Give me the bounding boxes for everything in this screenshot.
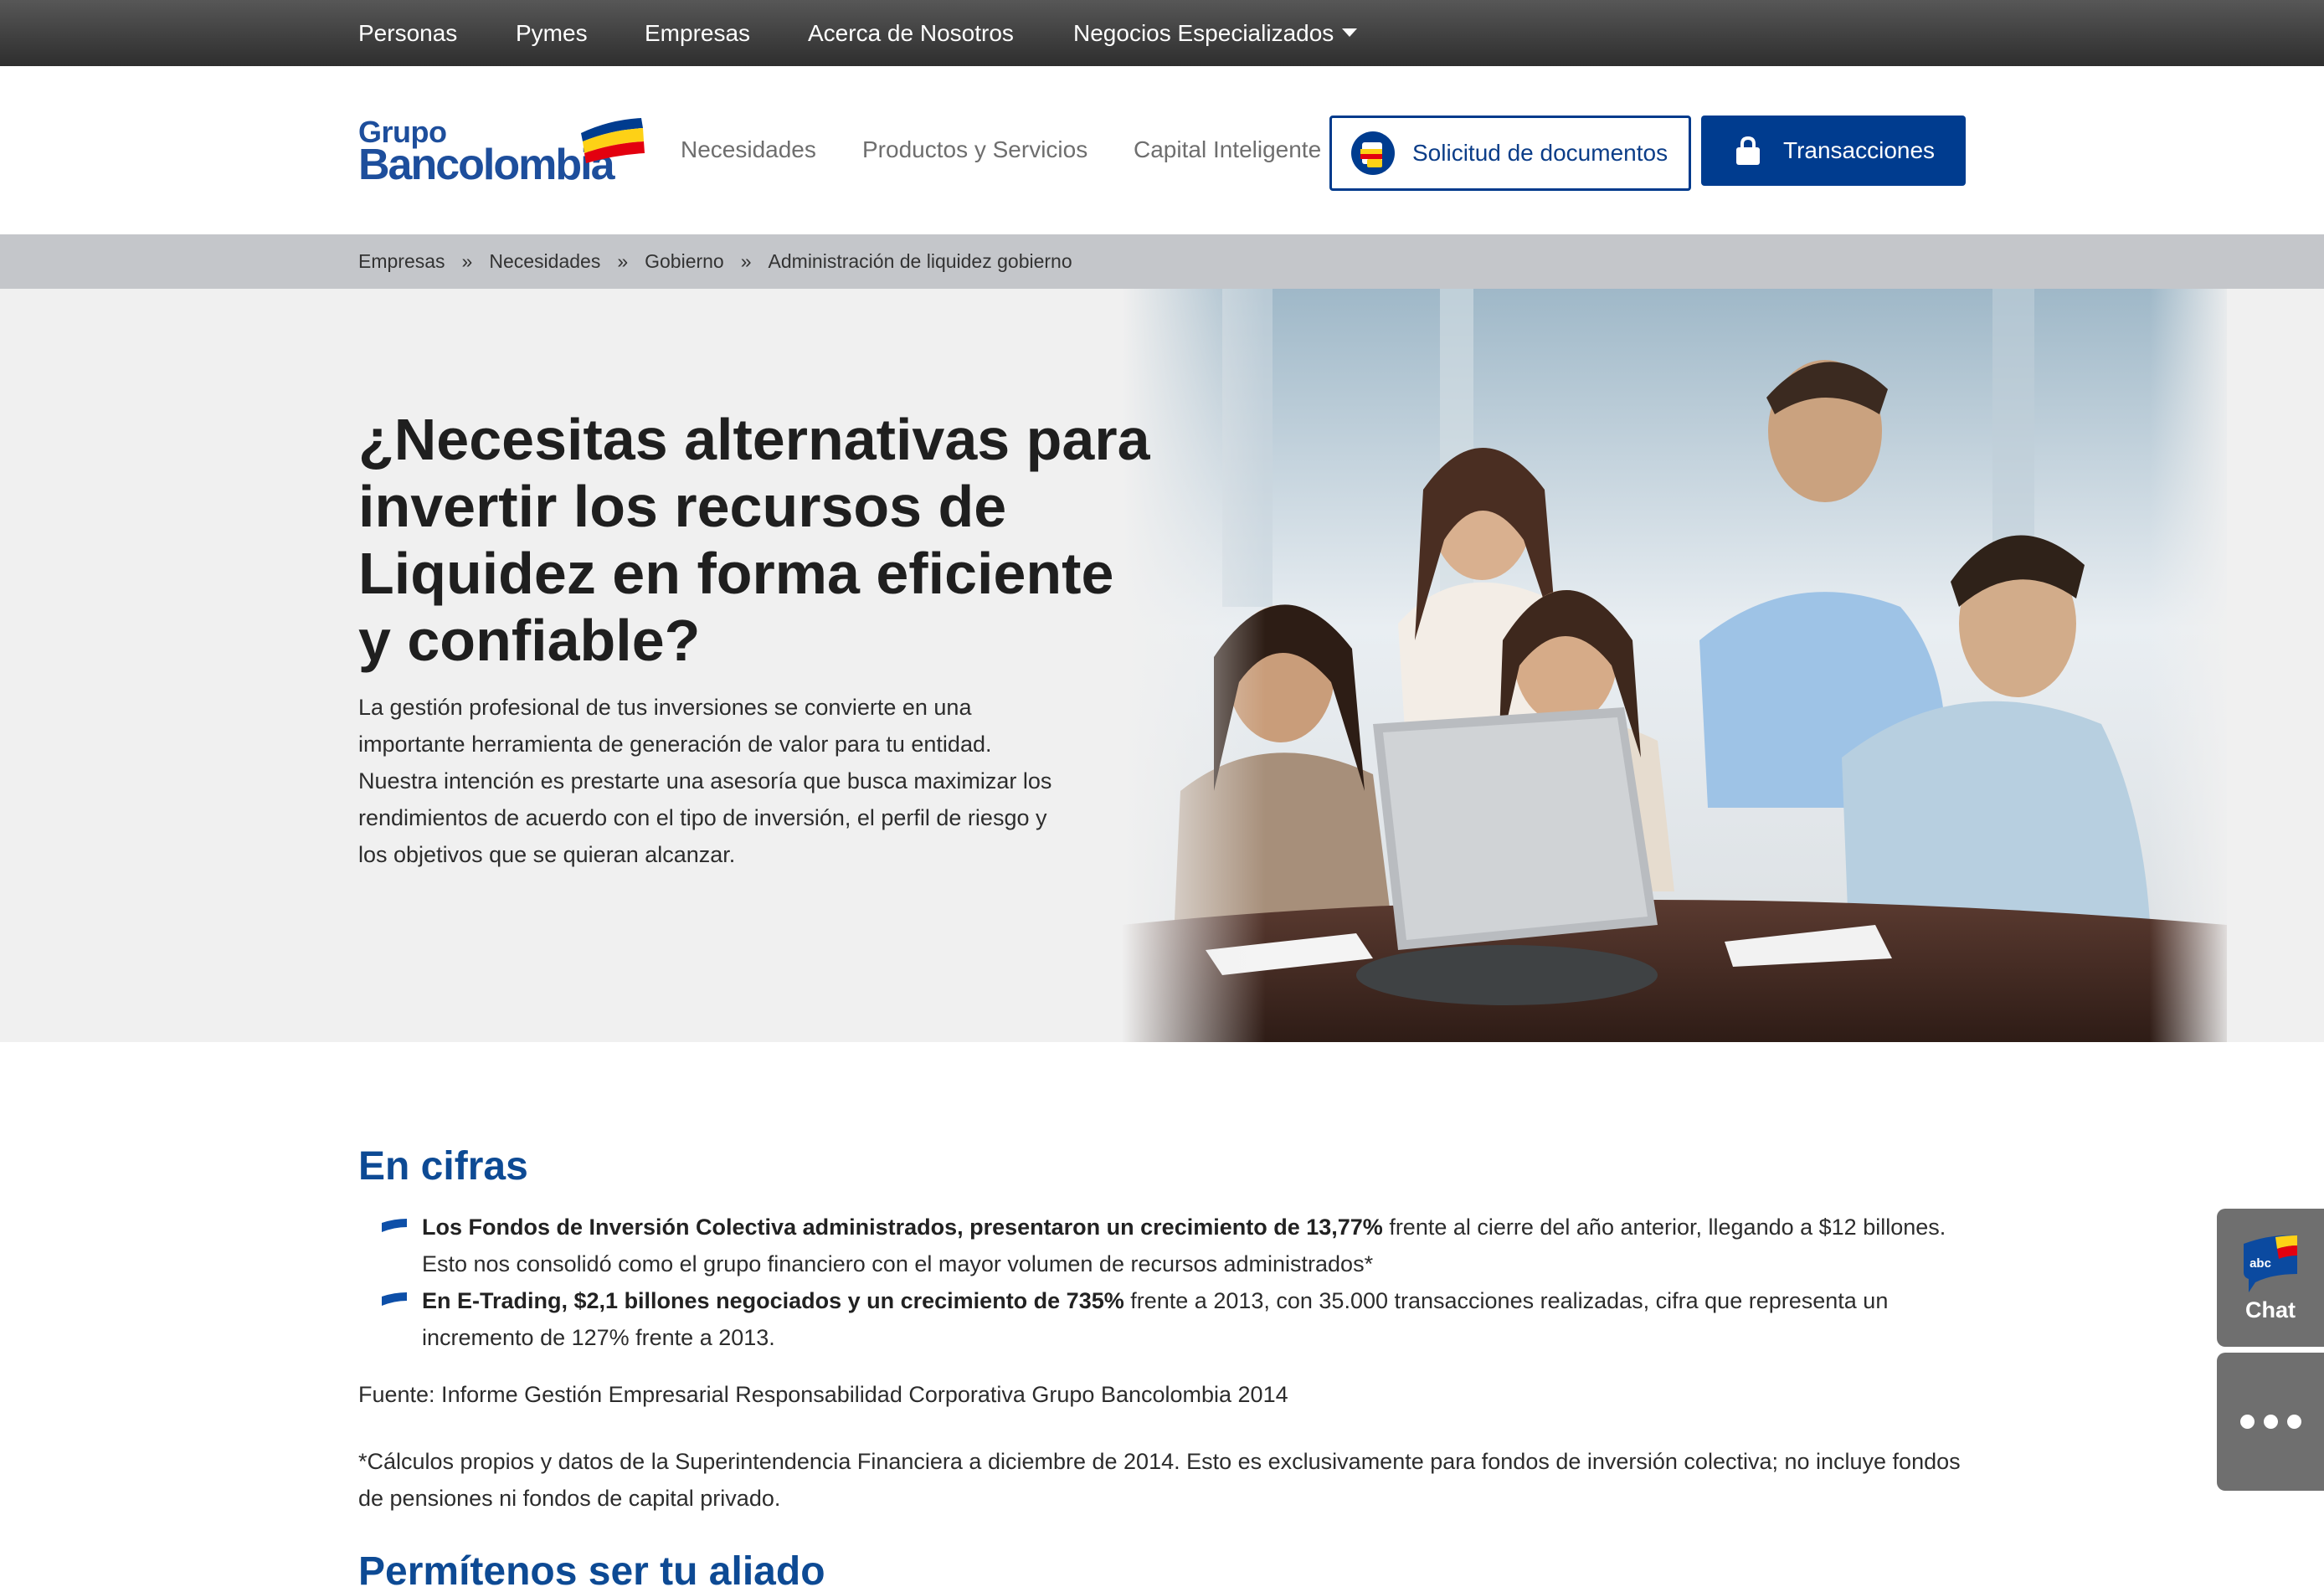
chat-label: Chat bbox=[2245, 1297, 2296, 1322]
nav-capital-inteligente[interactable]: Capital Inteligente bbox=[1134, 136, 1321, 163]
documents-icon bbox=[1351, 131, 1395, 175]
topnav-negocios-label: Negocios Especializados bbox=[1073, 20, 1334, 46]
calculos-note: *Cálculos propios y datos de la Superint… bbox=[358, 1449, 1961, 1511]
topnav-acerca[interactable]: Acerca de Nosotros bbox=[808, 20, 1014, 47]
breadcrumb-separator: » bbox=[740, 250, 752, 272]
permitenos-heading: Permítenos ser tu aliado bbox=[358, 1549, 825, 1587]
solicitud-documentos-button[interactable]: Solicitud de documentos bbox=[1329, 116, 1691, 191]
hero-title: ¿Necesitas alternativas para invertir lo… bbox=[358, 407, 1150, 673]
breadcrumb: Empresas » Necesidades » Gobierno » Administra… bbox=[0, 234, 2324, 289]
hero-people-photo bbox=[1122, 289, 2227, 1042]
chat-button[interactable]: abc Chat bbox=[2217, 1209, 2324, 1347]
hero-description: La gestión profesional de tus inversione… bbox=[358, 695, 1052, 867]
nav-productos-servicios[interactable]: Productos y Servicios bbox=[862, 136, 1087, 163]
list-item: En E-Trading, $2,1 billones negociados y… bbox=[358, 1282, 1966, 1356]
topnav-negocios-especializados[interactable]: Negocios Especializados bbox=[1073, 20, 1358, 47]
caret-down-icon bbox=[1342, 28, 1358, 37]
bancolombia-logo[interactable]: Grupo Bancolombia bbox=[358, 115, 645, 190]
transacciones-label: Transacciones bbox=[1783, 137, 1936, 163]
en-cifras-heading: En cifras bbox=[358, 1144, 528, 1189]
nav-necesidades[interactable]: Necesidades bbox=[681, 136, 816, 163]
breadcrumb-empresas[interactable]: Empresas bbox=[358, 250, 445, 273]
breadcrumb-separator: » bbox=[461, 250, 473, 272]
solicitud-documentos-label: Solicitud de documentos bbox=[1412, 140, 1668, 166]
topnav-pymes[interactable]: Pymes bbox=[516, 20, 588, 47]
chat-icon: abc bbox=[2244, 1235, 2297, 1292]
cifras-bullet-2-bold: En E-Trading, $2,1 billones negociados y… bbox=[422, 1288, 1124, 1313]
breadcrumb-separator: » bbox=[617, 250, 629, 272]
topnav-empresas[interactable]: Empresas bbox=[645, 20, 750, 47]
breadcrumb-gobierno[interactable]: Gobierno bbox=[645, 250, 724, 273]
bullet-flag-icon bbox=[382, 1292, 407, 1306]
topnav-personas[interactable]: Personas bbox=[358, 20, 457, 47]
logo-flag-icon bbox=[581, 118, 645, 163]
hero-banner: ¿Necesitas alternativas para invertir lo… bbox=[0, 289, 2324, 1042]
more-options-button[interactable] bbox=[2217, 1353, 2324, 1491]
transacciones-button[interactable]: Transacciones bbox=[1701, 116, 1966, 186]
top-navigation: Personas Pymes Empresas Acerca de Nosotr… bbox=[0, 0, 2324, 66]
cifras-list: Los Fondos de Inversión Colectiva admini… bbox=[358, 1209, 1966, 1356]
cifras-bullet-1-bold: Los Fondos de Inversión Colectiva admini… bbox=[422, 1215, 1383, 1240]
logo-bancolombia-text: Bancolombia bbox=[358, 141, 614, 189]
chat-icon-text: abc bbox=[2249, 1256, 2271, 1271]
fuente-text: Fuente: Informe Gestión Empresarial Resp… bbox=[358, 1382, 1288, 1407]
bullet-flag-icon bbox=[382, 1219, 407, 1232]
list-item: Los Fondos de Inversión Colectiva admini… bbox=[358, 1209, 1966, 1282]
breadcrumb-necesidades[interactable]: Necesidades bbox=[489, 250, 600, 273]
lock-icon bbox=[1736, 136, 1760, 165]
site-header: Grupo Bancolombia Necesidades Productos … bbox=[0, 66, 2324, 234]
breadcrumb-current: Administración de liquidez gobierno bbox=[768, 250, 1072, 272]
